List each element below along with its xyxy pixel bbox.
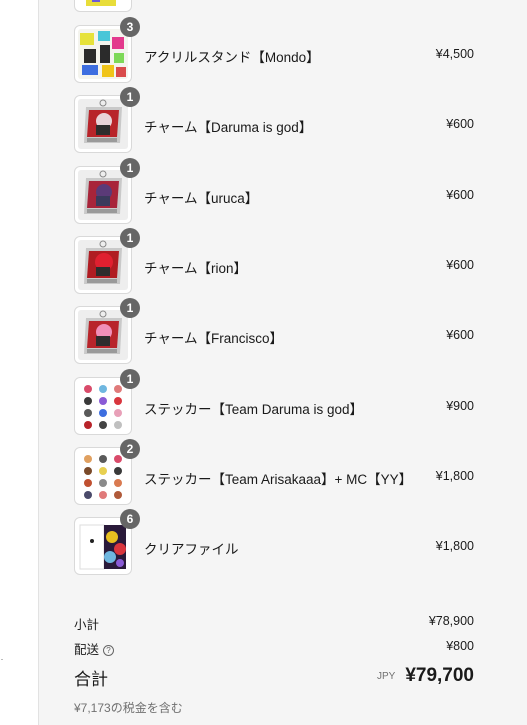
left-column [0, 0, 38, 725]
product-thumbnail: 1 [74, 228, 140, 294]
charm-image [78, 99, 128, 149]
item-name: ステッカー【Team Arisakaaa】+ MC【YY】 [144, 472, 413, 487]
item-name: チャーム【rion】 [144, 261, 247, 276]
item-price: ¥1,800 [435, 539, 474, 553]
product-thumbnail: 3 [74, 17, 140, 83]
order-summary-panel: 3 アクリルスタンド【Mondo】 ¥4,500 1 チャーム【Daruma i… [38, 0, 527, 725]
shipping-value: ¥800 [446, 639, 474, 653]
line-item: 1 ステッカー【Team Daruma is god】 ¥900 [74, 369, 474, 435]
item-name: チャーム【uruca】 [144, 191, 259, 206]
divider-mark [1, 659, 3, 660]
item-price: ¥900 [446, 399, 474, 413]
item-name: クリアファイル [144, 542, 239, 557]
subtotal-row: 小計 ¥78,900 [74, 614, 474, 632]
product-thumbnail: 1 [74, 158, 140, 224]
item-price: ¥600 [446, 328, 474, 342]
item-price: ¥1,800 [435, 469, 474, 483]
sticker-sheet-image [78, 451, 128, 501]
quantity-badge: 1 [120, 369, 140, 389]
product-image [78, 0, 128, 8]
product-thumbnail: 1 [74, 369, 140, 435]
line-item: 1 チャーム【Francisco】 ¥600 [74, 298, 474, 364]
quantity-badge: 3 [120, 17, 140, 37]
item-price: ¥600 [446, 117, 474, 131]
quantity-badge: 1 [120, 228, 140, 248]
total-label: 合計 [74, 670, 108, 689]
item-name: アクリルスタンド【Mondo】 [144, 50, 320, 65]
quantity-badge: 1 [120, 298, 140, 318]
product-thumbnail: 6 [74, 509, 140, 575]
subtotal-value: ¥78,900 [428, 614, 474, 628]
question-circle-icon[interactable]: ? [103, 645, 115, 656]
item-price: ¥4,500 [435, 47, 474, 61]
quantity-badge: 6 [120, 509, 140, 529]
line-item: 1 チャーム【uruca】 ¥600 [74, 158, 474, 224]
item-name: ステッカー【Team Daruma is god】 [144, 402, 364, 417]
shipping-row: 配送? ¥800 [74, 639, 474, 658]
charm-image [78, 240, 128, 290]
sticker-sheet-image [78, 381, 128, 431]
shipping-label-group: 配送? [74, 639, 115, 658]
tax-note: ¥7,173の税金を含む [74, 701, 183, 715]
product-thumbnail: 1 [74, 87, 140, 153]
total-value-group: JPY ¥79,700 [377, 665, 474, 687]
line-item-partial [74, 0, 474, 12]
product-thumbnail: 2 [74, 439, 140, 505]
line-item: 1 チャーム【rion】 ¥600 [74, 228, 474, 294]
subtotal-label: 小計 [74, 618, 100, 632]
line-item: 6 クリアファイル ¥1,800 [74, 509, 474, 575]
shipping-label: 配送 [74, 643, 100, 657]
product-thumbnail [74, 0, 132, 12]
total-value: ¥79,700 [405, 665, 474, 686]
item-price: ¥600 [446, 188, 474, 202]
item-price: ¥600 [446, 258, 474, 272]
total-row: 合計 JPY ¥79,700 [74, 665, 474, 689]
quantity-badge: 1 [120, 87, 140, 107]
acrylic-stand-image [78, 29, 128, 79]
quantity-badge: 1 [120, 158, 140, 178]
item-name: チャーム【Francisco】 [144, 331, 283, 346]
line-item: 3 アクリルスタンド【Mondo】 ¥4,500 [74, 17, 474, 83]
product-thumbnail: 1 [74, 298, 140, 364]
line-item: 2 ステッカー【Team Arisakaaa】+ MC【YY】 ¥1,800 [74, 439, 474, 505]
charm-image [78, 310, 128, 360]
item-name: チャーム【Daruma is god】 [144, 120, 313, 135]
line-item: 1 チャーム【Daruma is god】 ¥600 [74, 87, 474, 153]
charm-image [78, 170, 128, 220]
clear-file-image [78, 521, 128, 571]
currency-code: JPY [376, 671, 396, 682]
quantity-badge: 2 [120, 439, 140, 459]
